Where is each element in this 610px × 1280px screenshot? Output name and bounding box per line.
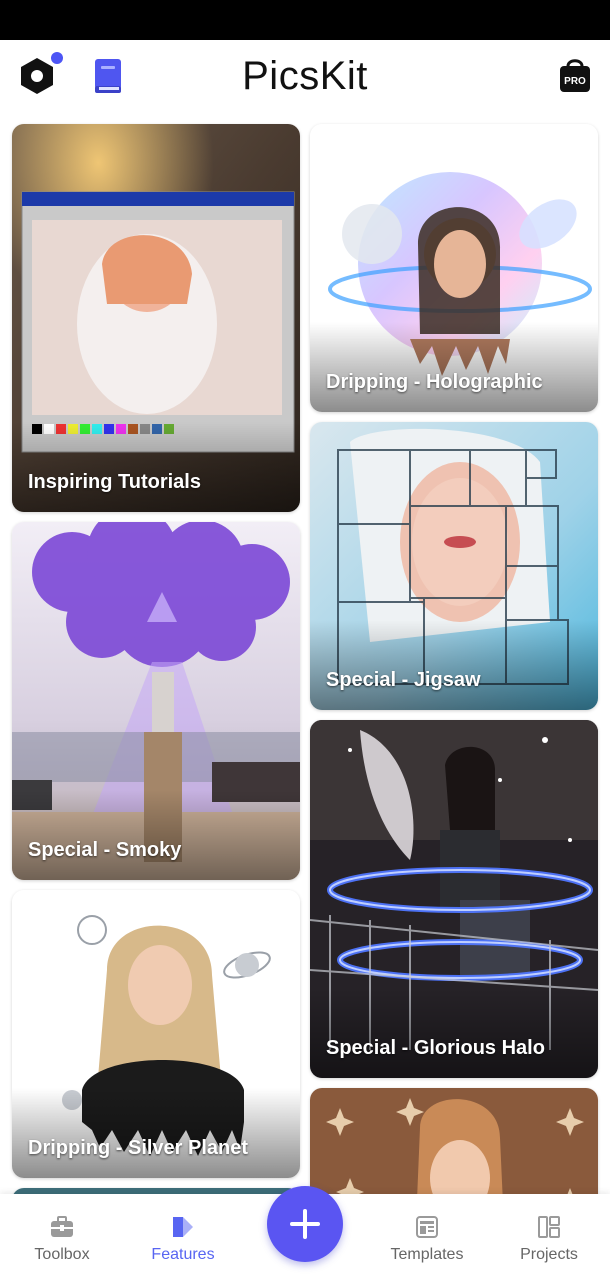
card-special-jigsaw[interactable]: Special - Jigsaw <box>310 422 598 710</box>
pattern-art <box>310 1088 598 1194</box>
nav-label: Toolbox <box>34 1246 90 1263</box>
card-label: Special - Jigsaw <box>326 669 481 691</box>
create-fab-button[interactable] <box>267 1186 343 1262</box>
card-inspiring-tutorials[interactable]: Inspiring Tutorials <box>12 124 300 512</box>
app-header: PicsKit PRO <box>0 40 610 114</box>
app-title: PicsKit <box>242 54 368 98</box>
nav-features[interactable]: Features <box>128 1194 238 1280</box>
card-dripping-holographic[interactable]: Dripping - Holographic <box>310 124 598 412</box>
card-special-smoky[interactable]: Special - Smoky <box>12 522 300 880</box>
plus-icon <box>290 1209 320 1239</box>
card-label: Dripping - Holographic <box>326 371 543 393</box>
nav-label: Features <box>151 1246 215 1263</box>
nav-toolbox[interactable]: Toolbox <box>7 1194 117 1280</box>
card-shade <box>310 620 598 710</box>
card-special-glorious-halo[interactable]: Special - Glorious Halo <box>310 720 598 1078</box>
card-shade <box>12 1088 300 1178</box>
nav-projects[interactable]: Projects <box>494 1194 604 1280</box>
card-partial-pattern[interactable] <box>310 1088 598 1194</box>
pro-bag-icon[interactable]: PRO <box>558 56 592 94</box>
features-icon <box>173 1217 193 1237</box>
status-bar <box>0 0 610 40</box>
toolbox-icon <box>51 1216 73 1237</box>
card-label: Dripping - Silver Planet <box>28 1137 249 1159</box>
card-label: Special - Smoky <box>28 839 182 861</box>
projects-icon <box>538 1216 560 1238</box>
card-label: Inspiring Tutorials <box>28 471 201 493</box>
pro-badge-text: PRO <box>564 76 586 87</box>
nav-label: Templates <box>390 1246 464 1263</box>
card-shade <box>12 422 300 512</box>
card-label: Special - Glorious Halo <box>326 1037 545 1059</box>
card-dripping-silver-planet[interactable]: Dripping - Silver Planet <box>12 890 300 1178</box>
nav-templates[interactable]: Templates <box>372 1194 482 1280</box>
card-shade <box>310 322 598 412</box>
feature-feed[interactable]: Inspiring Tutorials Dripping - Holograph… <box>0 114 610 1194</box>
card-shade <box>12 790 300 880</box>
nav-label: Projects <box>520 1246 578 1263</box>
templates-icon <box>416 1216 438 1238</box>
card-shade <box>310 988 598 1078</box>
